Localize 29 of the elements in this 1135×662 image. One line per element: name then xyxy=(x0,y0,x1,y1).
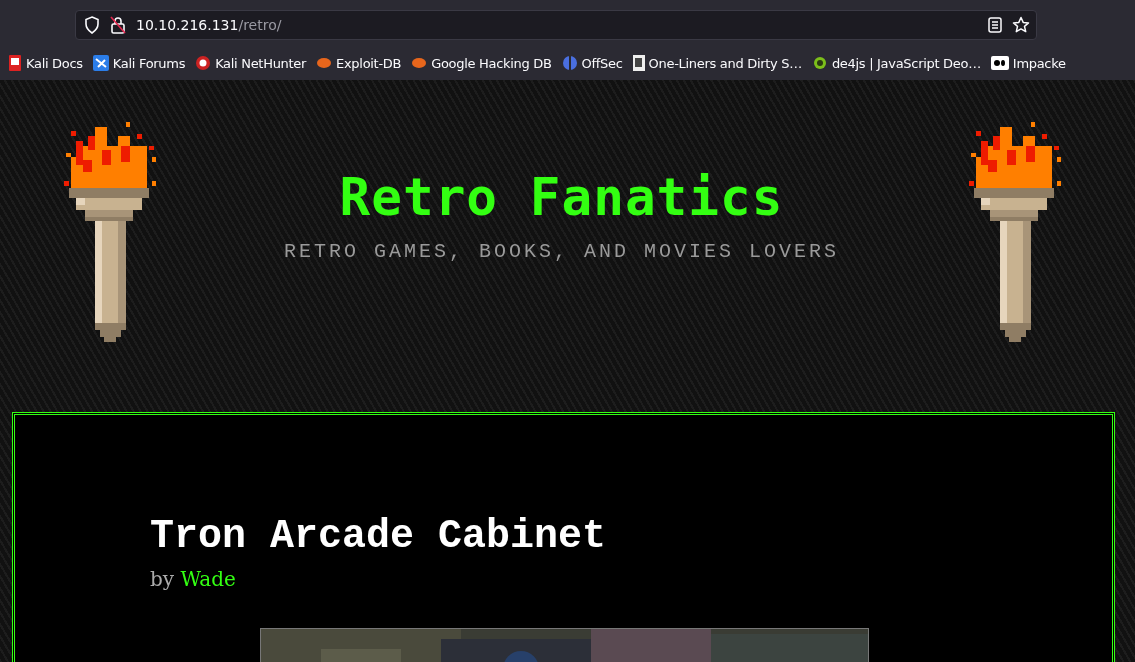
bookmark-link[interactable]: de4js | JavaScript Deo… xyxy=(831,55,981,71)
shield-icon[interactable] xyxy=(84,16,100,34)
site-icon xyxy=(8,55,22,71)
star-icon[interactable] xyxy=(1012,16,1030,34)
site-title: Retro Fanatics xyxy=(339,170,784,227)
bookmark-link[interactable]: Kali Forums xyxy=(112,55,186,71)
byline-text: by xyxy=(150,567,175,591)
address-bar[interactable]: 10.10.216.131/retro/ xyxy=(75,10,1037,40)
reader-view-icon[interactable] xyxy=(988,17,1002,33)
post-title: Tron Arcade Cabinet xyxy=(150,513,608,559)
author-link[interactable]: Wade xyxy=(180,567,236,591)
site-icon xyxy=(990,56,1009,70)
bookmark-link[interactable]: Kali NetHunter xyxy=(215,55,307,71)
site-icon xyxy=(411,57,428,69)
url-text[interactable]: 10.10.216.131/retro/ xyxy=(136,17,978,33)
site-icon xyxy=(811,55,828,71)
bookmark-link[interactable]: Impacke xyxy=(1012,55,1066,71)
site-icon xyxy=(561,55,578,71)
bookmark-link[interactable]: Google Hacking DB xyxy=(431,55,552,71)
site-icon xyxy=(195,55,212,71)
bookmark-link[interactable]: Exploit-DB xyxy=(336,55,402,71)
bookmark-link[interactable]: OffSec xyxy=(581,55,623,71)
site-icon xyxy=(92,55,109,71)
lock-icon[interactable] xyxy=(110,16,126,34)
site-icon xyxy=(632,55,645,71)
bookmark-link[interactable]: Kali Docs xyxy=(26,55,83,71)
site-icon xyxy=(316,57,333,69)
site-tagline: RETRO GAMES, BOOKS, AND MOVIES LOVERS xyxy=(283,240,840,264)
bookmark-link[interactable]: One-Liners and Dirty S… xyxy=(648,55,802,71)
